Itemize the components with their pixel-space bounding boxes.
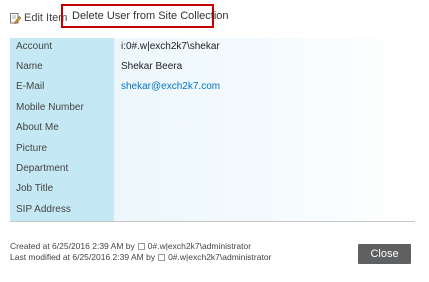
field-row-mobile: Mobile Number — [10, 99, 415, 119]
field-label-about-me: About Me — [16, 122, 59, 133]
field-label-job-title: Job Title — [16, 183, 54, 194]
field-row-about-me: About Me — [10, 119, 415, 139]
field-label-account: Account — [16, 41, 53, 52]
field-label-name: Name — [16, 61, 43, 72]
field-row-department: Department — [10, 160, 415, 180]
edit-document-icon — [10, 12, 21, 24]
edit-item-button[interactable]: Edit Item — [10, 11, 67, 25]
modified-text: Last modified at 6/25/2016 2:39 AM by — [10, 252, 156, 262]
user-properties-table: Account i:0#.w|exch2k7\shekar Name Sheka… — [10, 38, 415, 222]
field-row-email: E-Mail shekar@exch2k7.com — [10, 78, 415, 98]
user-presence-icon — [137, 243, 145, 250]
delete-user-button[interactable]: Delete User from Site Collection — [61, 4, 229, 28]
field-label-mobile: Mobile Number — [16, 102, 84, 113]
field-value-name: Shekar Beera — [121, 61, 183, 72]
field-label-department: Department — [16, 163, 69, 174]
created-info: Created at 6/25/2016 2:39 AM by 0#.w|exc… — [10, 241, 271, 252]
delete-user-label: Delete User from Site Collection — [72, 10, 229, 22]
field-label-sip-address: SIP Address — [16, 204, 71, 215]
modified-info: Last modified at 6/25/2016 2:39 AM by 0#… — [10, 252, 271, 263]
ribbon-toolbar: Edit Item Delete User from Site Collecti… — [0, 0, 429, 32]
created-text: Created at 6/25/2016 2:39 AM by — [10, 241, 135, 251]
field-label-picture: Picture — [16, 143, 48, 154]
field-label-email: E-Mail — [16, 81, 45, 92]
close-button[interactable]: Close — [358, 244, 411, 264]
field-row-account: Account i:0#.w|exch2k7\shekar — [10, 38, 415, 58]
field-row-job-title: Job Title — [10, 180, 415, 200]
field-row-picture: Picture — [10, 140, 415, 160]
version-info: Created at 6/25/2016 2:39 AM by 0#.w|exc… — [10, 241, 271, 263]
field-value-account: i:0#.w|exch2k7\shekar — [121, 41, 220, 52]
created-by-user[interactable]: 0#.w|exch2k7\administrator — [148, 241, 251, 252]
field-row-name: Name Shekar Beera — [10, 58, 415, 78]
modified-by-user[interactable]: 0#.w|exch2k7\administrator — [168, 252, 271, 263]
email-link[interactable]: shekar@exch2k7.com — [121, 81, 220, 92]
field-row-sip-address: SIP Address — [10, 201, 415, 221]
user-presence-icon — [158, 254, 166, 261]
